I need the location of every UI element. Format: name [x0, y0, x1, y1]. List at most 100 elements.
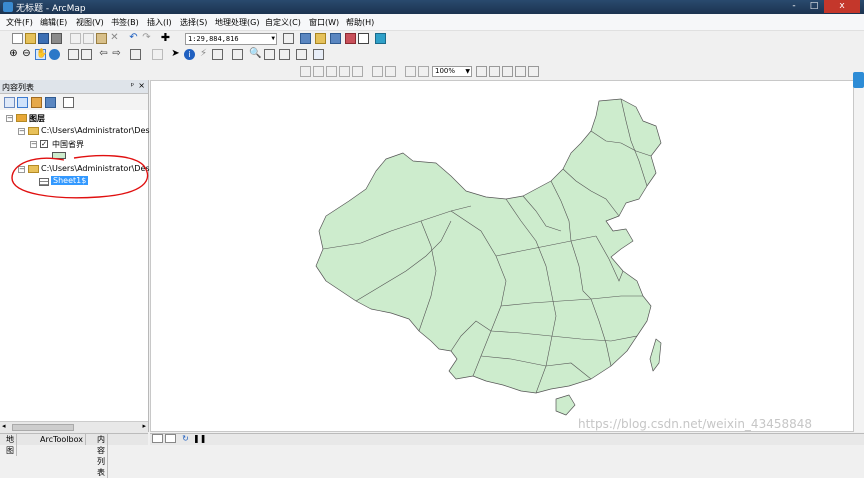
layer-tree: − 图层 − C:\Users\Administrator\Desk − ✓ 中… [0, 110, 154, 430]
data-driven-pages-icon[interactable] [515, 66, 526, 77]
data-view-icon[interactable] [152, 434, 163, 443]
html-popup-icon[interactable] [212, 49, 223, 60]
list-by-source-icon[interactable] [17, 97, 28, 108]
new-document-icon[interactable] [12, 33, 23, 44]
zoom-out-icon[interactable]: ⊖ [21, 49, 32, 60]
menu-window[interactable]: 窗口(W) [309, 17, 339, 28]
arctoolbox-icon[interactable] [345, 33, 356, 44]
red-annotation-circle [11, 154, 149, 199]
china-map [315, 98, 662, 416]
select-features-icon[interactable] [130, 49, 141, 60]
layout-view-icon[interactable] [165, 434, 176, 443]
scroll-right-icon[interactable]: ▸ [142, 422, 146, 430]
back-icon[interactable]: ⇦ [98, 49, 109, 60]
maximize-button[interactable]: □ [804, 0, 824, 13]
identify-icon[interactable]: i [184, 49, 195, 60]
map-view[interactable] [150, 80, 854, 432]
map-bottom-bar: ↻ ❚❚ [150, 433, 864, 445]
model-builder-icon[interactable] [375, 33, 386, 44]
collapse-icon[interactable]: − [30, 141, 37, 148]
scroll-left-icon[interactable]: ◂ [2, 422, 6, 430]
toc-horizontal-scrollbar[interactable]: ◂ ▸ [0, 421, 148, 433]
map-vertical-scrollbar[interactable] [854, 80, 864, 432]
layer-visibility-checkbox[interactable]: ✓ [40, 140, 48, 148]
forward-icon[interactable]: ⇨ [111, 49, 122, 60]
paste-icon[interactable] [96, 33, 107, 44]
fixed-zoom-out-icon[interactable] [81, 49, 92, 60]
go-to-xy-icon[interactable] [279, 49, 290, 60]
open-icon[interactable] [25, 33, 36, 44]
menu-customize[interactable]: 自定义(C) [265, 17, 301, 28]
go-forward-extent-icon[interactable] [418, 66, 429, 77]
scrollbar-thumb[interactable] [12, 424, 74, 431]
layout-zoom-combobox[interactable]: 100% ▼ [432, 66, 472, 77]
pause-drawing-icon[interactable]: ❚❚ [193, 434, 206, 445]
pin-icon[interactable]: ᵖ [131, 81, 134, 90]
collapse-icon[interactable]: − [6, 115, 13, 122]
change-layout-icon[interactable] [502, 66, 513, 77]
full-extent-icon[interactable] [49, 49, 60, 60]
collapse-icon[interactable]: − [18, 128, 25, 135]
layout-zoom-out-icon[interactable] [313, 66, 324, 77]
side-panel-pin-icon[interactable] [853, 72, 864, 88]
time-slider-icon[interactable] [296, 49, 307, 60]
editor-toolbar-icon[interactable] [283, 33, 294, 44]
find-icon[interactable]: 🔍 [249, 49, 261, 60]
python-window-icon[interactable] [358, 33, 369, 44]
copy-icon[interactable] [83, 33, 94, 44]
close-button[interactable]: x [824, 0, 860, 13]
toc-close-icon[interactable]: × [138, 81, 145, 90]
save-icon[interactable] [38, 33, 49, 44]
menu-edit[interactable]: 编辑(E) [40, 17, 67, 28]
menu-selection[interactable]: 选择(S) [180, 17, 207, 28]
hyperlink-icon[interactable]: ⚡ [198, 49, 209, 60]
toggle-draft-mode-icon[interactable] [476, 66, 487, 77]
fixed-zoom-in-layout-icon[interactable] [372, 66, 383, 77]
create-viewer-window-icon[interactable] [313, 49, 324, 60]
layout-pan-icon[interactable] [326, 66, 337, 77]
fixed-zoom-out-layout-icon[interactable] [385, 66, 396, 77]
list-by-selection-icon[interactable] [45, 97, 56, 108]
search-window-icon[interactable] [330, 33, 341, 44]
menu-view[interactable]: 视图(V) [76, 17, 104, 28]
menu-geoprocessing[interactable]: 地理处理(G) [215, 17, 259, 28]
menu-file[interactable]: 文件(F) [6, 17, 33, 28]
menu-help[interactable]: 帮助(H) [346, 17, 374, 28]
clear-selection-icon[interactable] [152, 49, 163, 60]
pan-icon[interactable]: ✋ [35, 49, 47, 60]
layout-zoom-in-icon[interactable] [300, 66, 311, 77]
chevron-down-icon[interactable]: ▼ [271, 34, 275, 44]
layer-china-provinces[interactable]: 中国省界 [52, 139, 84, 150]
toc-options-icon[interactable] [63, 97, 74, 108]
cut-icon[interactable] [70, 33, 81, 44]
add-data-icon[interactable]: ✚ [160, 32, 171, 44]
folder-path-1[interactable]: C:\Users\Administrator\Desk [41, 126, 154, 135]
taiwan [649, 338, 662, 372]
select-elements-icon[interactable]: ➤ [170, 49, 181, 60]
layers-root-label[interactable]: 图层 [29, 113, 45, 124]
measure-icon[interactable] [232, 49, 243, 60]
menu-bookmarks[interactable]: 书签(B) [111, 17, 139, 28]
redo-icon[interactable]: ↷ [141, 33, 152, 44]
catalog-icon[interactable] [315, 33, 326, 44]
list-by-visibility-icon[interactable] [31, 97, 42, 108]
undo-icon[interactable]: ↶ [128, 33, 139, 44]
arcmap-app-icon [3, 2, 13, 12]
zoom-in-icon[interactable]: ⊕ [8, 49, 19, 60]
refresh-icon[interactable]: ↻ [180, 434, 191, 445]
zoom-whole-page-icon[interactable] [339, 66, 350, 77]
delete-icon[interactable]: ✕ [109, 33, 120, 44]
zoom-100-icon[interactable] [352, 66, 363, 77]
menu-insert[interactable]: 插入(I) [147, 17, 172, 28]
layout-more-icon[interactable] [528, 66, 539, 77]
go-back-extent-icon[interactable] [405, 66, 416, 77]
chevron-down-icon[interactable]: ▼ [465, 67, 470, 76]
table-of-contents-icon[interactable] [300, 33, 311, 44]
map-scale-combobox[interactable]: 1:29,884,816 ▼ [185, 33, 277, 45]
focus-data-frame-icon[interactable] [489, 66, 500, 77]
find-route-icon[interactable] [264, 49, 275, 60]
fixed-zoom-in-icon[interactable] [68, 49, 79, 60]
list-by-drawing-order-icon[interactable] [4, 97, 15, 108]
minimize-button[interactable]: - [784, 0, 804, 13]
print-icon[interactable] [51, 33, 62, 44]
